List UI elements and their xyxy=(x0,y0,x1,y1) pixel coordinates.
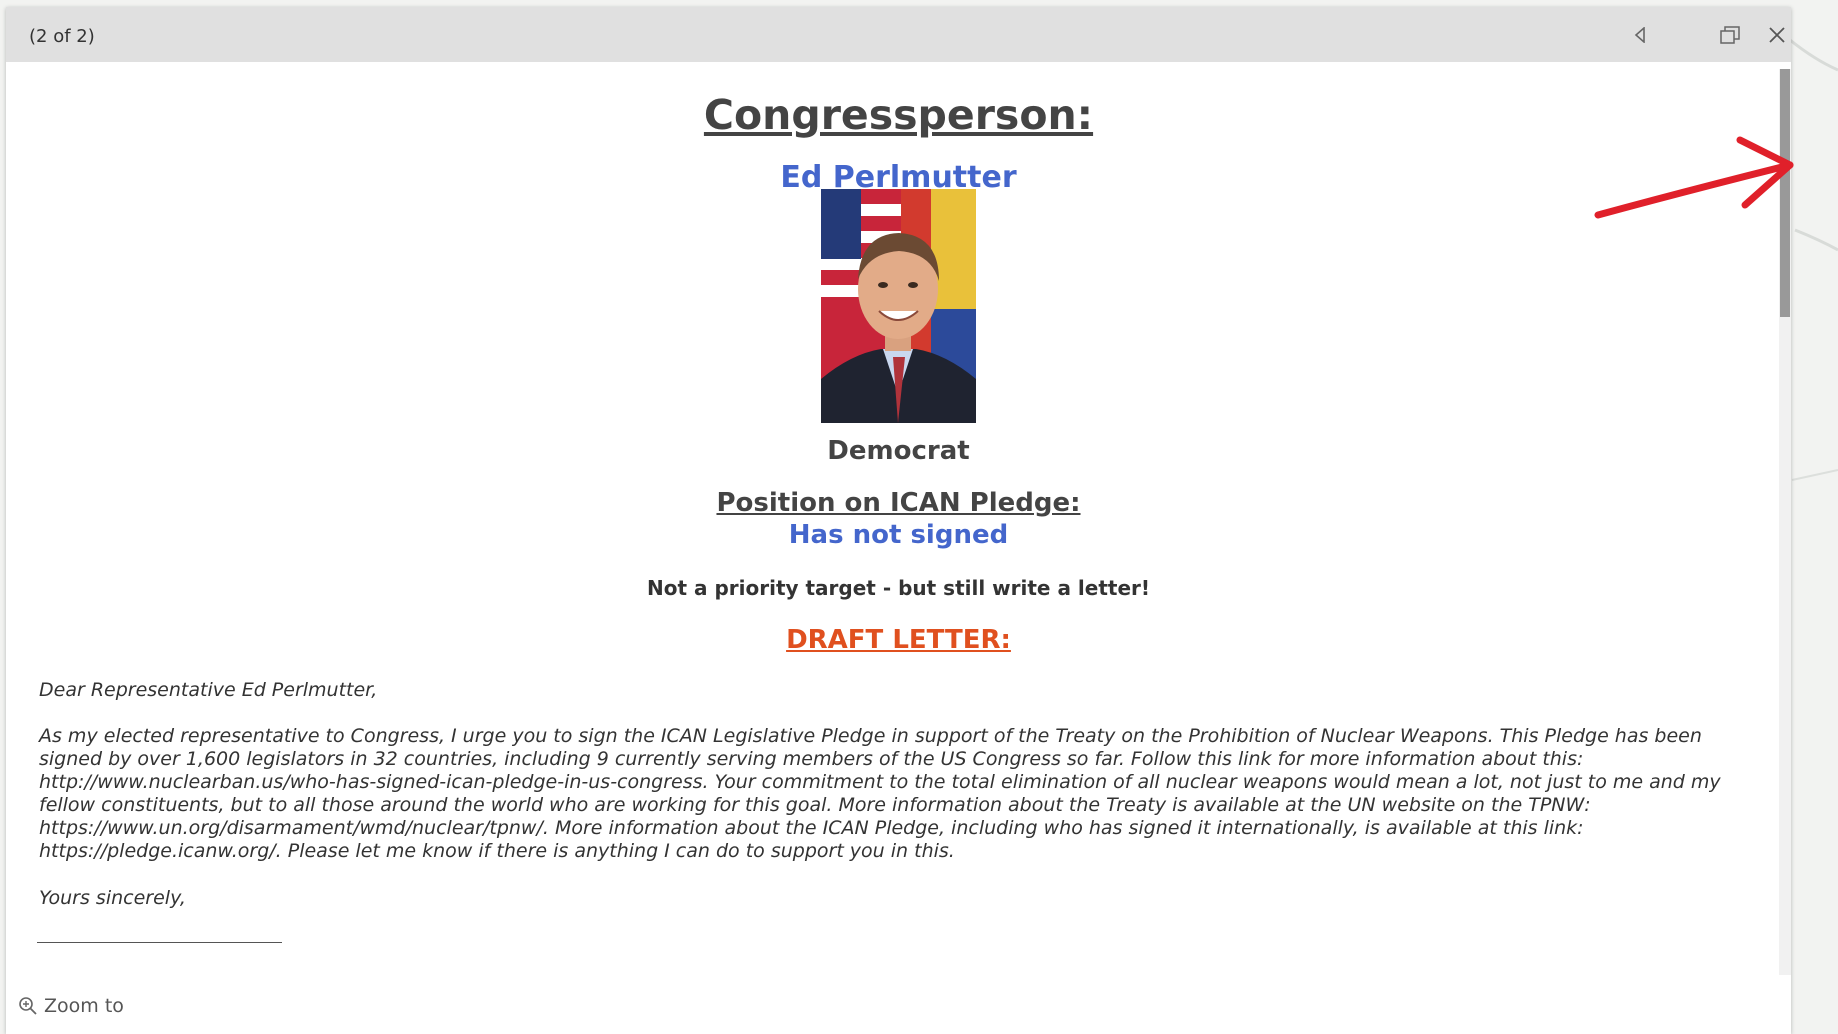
annotation-arrow-icon xyxy=(1594,136,1794,219)
letter-salutation: Dear Representative Ed Perlmutter, xyxy=(39,679,378,701)
popup-header: (2 of 2) xyxy=(6,7,1791,62)
close-button[interactable] xyxy=(1763,21,1791,49)
letter-body: As my elected representative to Congress… xyxy=(39,725,1721,862)
popup-content: Congressperson: Ed Perlmutter Democrat P… xyxy=(6,62,1791,977)
dock-button[interactable] xyxy=(1716,21,1744,49)
page-title: Congressperson: xyxy=(703,91,1094,139)
close-icon xyxy=(1769,27,1785,43)
representative-portrait xyxy=(821,189,976,423)
previous-feature-button[interactable] xyxy=(1626,21,1654,49)
feature-popup: (2 of 2) Congressperson: Ed Perlmutter D… xyxy=(6,7,1791,1034)
signature-line xyxy=(37,942,282,943)
zoom-to-button[interactable]: Zoom to xyxy=(18,995,124,1017)
zoom-in-icon xyxy=(19,997,37,1015)
feature-counter: (2 of 2) xyxy=(29,26,95,47)
zoom-to-label: Zoom to xyxy=(44,995,124,1017)
letter-signoff: Yours sincerely, xyxy=(39,887,186,909)
dock-icon xyxy=(1720,26,1740,44)
popup-footer: Zoom to xyxy=(6,977,1791,1034)
pledge-position-label: Position on ICAN Pledge: xyxy=(716,488,1081,518)
priority-note: Not a priority target - but still write … xyxy=(646,576,1150,600)
draft-letter-heading: DRAFT LETTER: xyxy=(786,625,1011,655)
pledge-position-value: Has not signed xyxy=(788,520,1009,550)
party-affiliation: Democrat xyxy=(827,436,970,466)
previous-icon xyxy=(1634,27,1645,43)
